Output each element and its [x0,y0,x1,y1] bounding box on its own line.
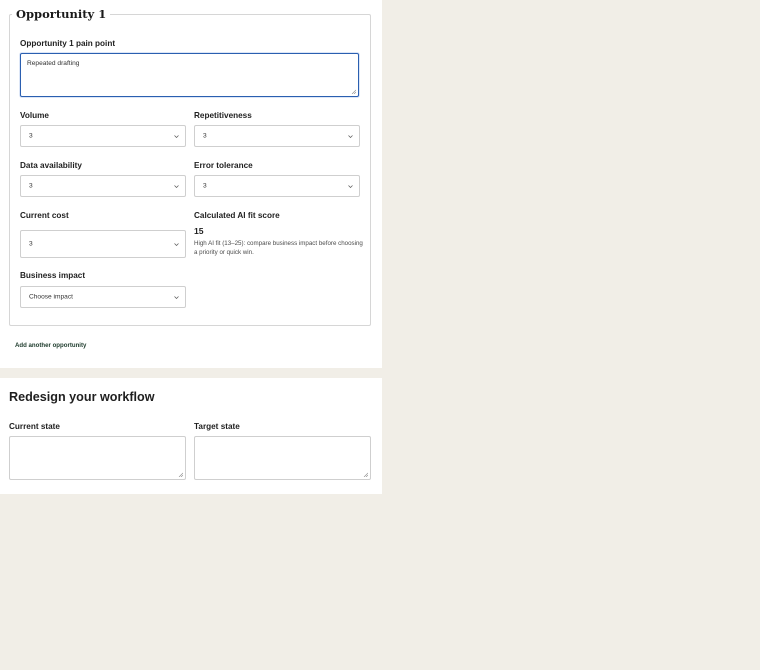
current-cost-select[interactable]: 3 [20,230,186,258]
chevron-down-icon [174,296,179,299]
score-value: 15 [194,226,204,236]
score-help-text: High AI fit (13–25): compare business im… [194,240,363,256]
pain-point-textarea[interactable]: Repeated drafting [20,53,359,97]
chevron-down-icon [348,185,353,188]
add-opportunity-button[interactable]: Add another opportunity [15,342,86,349]
error-tolerance-select[interactable]: 3 [194,175,360,197]
pain-point-value: Repeated drafting [27,60,80,67]
current-cost-value: 3 [29,240,33,248]
current-state-label: Current state [9,422,60,431]
data-availability-label: Data availability [20,161,82,170]
workflow-panel: Redesign your workflow Current state Tar… [0,378,382,494]
resize-grip-icon[interactable] [363,472,368,477]
repetitiveness-value: 3 [203,132,207,140]
target-state-label: Target state [194,422,240,431]
chevron-down-icon [174,135,179,138]
data-availability-select[interactable]: 3 [20,175,186,197]
error-tolerance-value: 3 [203,182,207,190]
business-impact-value: Choose impact [29,293,73,301]
business-impact-select[interactable]: Choose impact [20,286,186,308]
workflow-title: Redesign your workflow [9,390,155,404]
current-state-textarea[interactable] [9,436,186,480]
chevron-down-icon [174,243,179,246]
chevron-down-icon [348,135,353,138]
resize-grip-icon[interactable] [178,472,183,477]
data-availability-value: 3 [29,182,33,190]
chevron-down-icon [174,185,179,188]
error-tolerance-label: Error tolerance [194,161,253,170]
volume-select[interactable]: 3 [20,125,186,147]
repetitiveness-select[interactable]: 3 [194,125,360,147]
score-label: Calculated AI fit score [194,211,280,220]
business-impact-label: Business impact [20,271,86,280]
resize-grip-icon[interactable] [351,89,356,94]
volume-label: Volume [20,111,49,120]
pain-point-label: Opportunity 1 pain point [20,39,116,48]
repetitiveness-label: Repetitiveness [194,111,252,120]
target-state-textarea[interactable] [194,436,371,480]
opportunity-legend: Opportunity 1 [12,7,111,21]
current-cost-label: Current cost [20,211,69,220]
volume-value: 3 [29,132,33,140]
opportunity-panel: Opportunity 1 Opportunity 1 pain point R… [0,0,382,368]
